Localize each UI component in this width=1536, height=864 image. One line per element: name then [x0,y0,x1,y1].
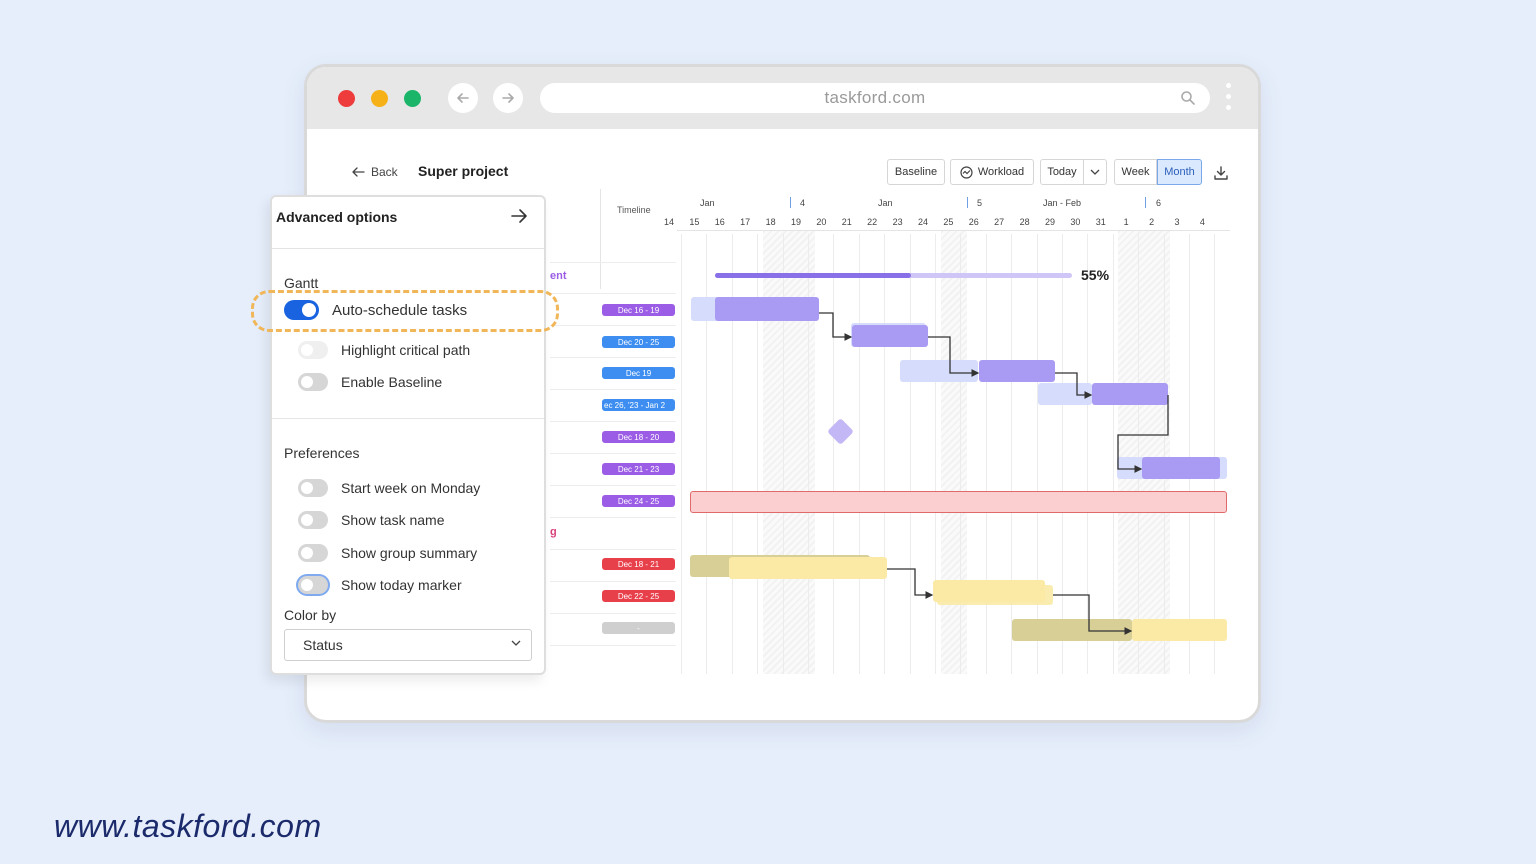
auto-schedule-highlight [251,290,559,332]
today-button[interactable]: Today [1040,159,1084,185]
critical-path-option[interactable]: Highlight critical path [298,341,470,359]
chevron-down-icon [511,640,521,646]
month-view-button[interactable]: Month [1157,159,1202,185]
show-task-name-option[interactable]: Show task name [298,511,445,529]
browser-forward-button[interactable] [493,83,523,113]
workload-button[interactable]: Workload [950,159,1034,185]
address-bar[interactable]: taskford.com [540,83,1210,113]
option-label: Show today marker [341,577,462,593]
show-today-marker-option[interactable]: Show today marker [298,576,462,594]
chevron-down-icon [1090,169,1100,175]
start-week-monday-toggle[interactable] [298,479,328,497]
color-by-label: Color by [284,607,337,623]
today-label: Today [1047,166,1077,178]
back-link[interactable]: Back [351,165,398,179]
start-week-monday-option[interactable]: Start week on Monday [298,479,480,497]
option-label: Start week on Monday [341,480,481,496]
baseline-toggle[interactable] [298,373,328,391]
minimize-window-button[interactable] [371,90,388,107]
workload-label: Workload [977,166,1025,178]
close-window-button[interactable] [338,90,355,107]
option-label: Show group summary [341,545,478,561]
panel-header: Advanced options [272,197,544,249]
baseline-option[interactable]: Enable Baseline [298,373,442,391]
download-icon[interactable] [1213,165,1229,181]
section-divider [272,418,544,419]
browser-chrome: taskford.com [307,67,1258,129]
url-text: taskford.com [824,88,926,107]
show-group-summary-option[interactable]: Show group summary [298,544,477,562]
browser-menu-icon[interactable] [1224,83,1232,115]
website-footer: www.taskford.com [54,808,322,844]
back-label: Back [371,165,398,179]
arrow-right-icon [502,93,514,103]
month-label: Month [1164,166,1195,178]
week-view-button[interactable]: Week [1114,159,1157,185]
baseline-label: Baseline [894,166,938,178]
project-title: Super project [418,163,509,179]
show-task-name-toggle[interactable] [298,511,328,529]
panel-title: Advanced options [276,209,398,225]
advanced-options-panel: Advanced options Gantt Auto-schedule tas… [270,195,546,675]
maximize-window-button[interactable] [404,90,421,107]
arrow-left-icon [457,93,469,103]
today-dropdown-button[interactable] [1083,159,1107,185]
color-by-select[interactable]: Status [284,629,532,661]
baseline-button[interactable]: Baseline [887,159,945,185]
option-label: Highlight critical path [341,342,471,358]
show-today-marker-toggle[interactable] [298,576,328,594]
color-by-value: Status [303,637,343,653]
app-toolbar: Back Super project Baseline Workload Tod… [307,157,1258,189]
workload-icon [960,165,973,179]
arrow-left-icon [352,167,365,177]
critical-path-toggle[interactable] [298,341,328,359]
arrow-right-icon[interactable] [510,207,528,225]
browser-back-button[interactable] [448,83,478,113]
option-label: Show task name [341,512,445,528]
gantt-section-label: Gantt [284,275,319,291]
option-label: Enable Baseline [341,374,443,390]
show-group-summary-toggle[interactable] [298,544,328,562]
search-icon[interactable] [1180,90,1196,106]
week-label: Week [1121,166,1150,178]
preferences-section-label: Preferences [284,445,360,461]
